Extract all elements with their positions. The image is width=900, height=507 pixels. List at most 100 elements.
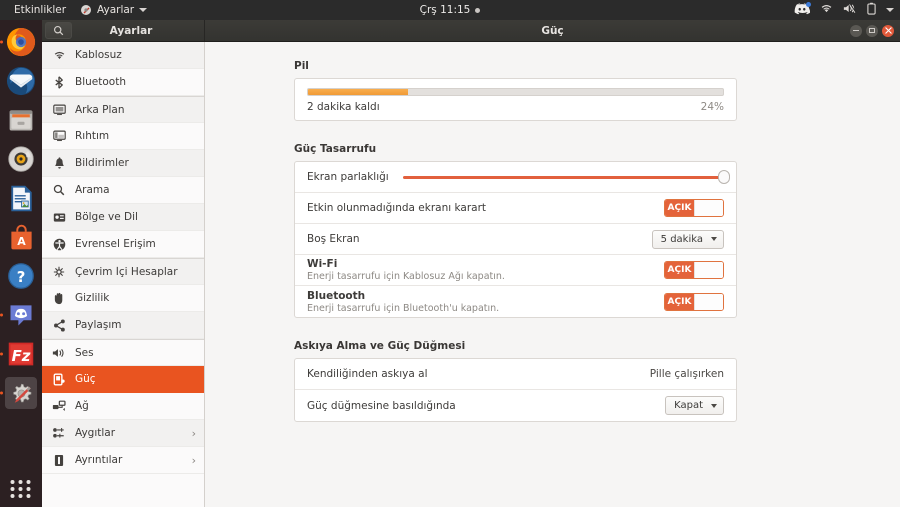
dock-item-settings[interactable]	[0, 377, 37, 409]
toggle-knob	[694, 200, 723, 216]
sidebar-item-arama[interactable]: Arama	[42, 177, 204, 204]
sidebar-item-paylasim[interactable]: Paylaşım	[42, 312, 204, 339]
window-body: Kablosuz Bluetooth Arka Plan Rıhtım Bild…	[42, 42, 900, 507]
toggle-knob	[694, 293, 723, 310]
dock-item-rhythmbox[interactable]	[5, 143, 37, 175]
battery-progress-fill	[308, 89, 408, 95]
brightness-slider-track[interactable]	[402, 170, 730, 184]
power-settings-pane: Pil 2 dakika kaldı 24% Güç Tasarrufu Ekr…	[205, 42, 900, 507]
page-title: Güç	[541, 24, 564, 37]
blank-screen-dropdown[interactable]: 5 dakika	[651, 229, 724, 249]
sidebar-item-label: Aygıtlar	[75, 427, 116, 439]
sidebar-item-bildirimler[interactable]: Bildirimler	[42, 150, 204, 177]
toggle-on-label: AÇIK	[665, 200, 694, 216]
dock: A ? Fz	[0, 20, 42, 507]
sidebar-item-bolge-ve-dil[interactable]: Bölge ve Dil	[42, 204, 204, 231]
svg-text:Fz: Fz	[12, 347, 31, 365]
online-accounts-icon	[52, 265, 66, 279]
show-applications-button[interactable]	[10, 480, 32, 498]
dock-item-libreoffice-writer[interactable]	[5, 182, 37, 214]
wifi-icon[interactable]	[820, 3, 833, 17]
dock-item-files[interactable]	[5, 104, 37, 136]
chevron-right-icon: ›	[191, 453, 196, 467]
wifi-text: Wi-Fi Enerji tasarrufu için Kablosuz Ağı…	[307, 258, 664, 282]
battery-percent-label: 24%	[700, 101, 724, 113]
sidebar-header: Ayarlar	[42, 20, 205, 41]
bluetooth-description: Enerji tasarrufu için Bluetooth'u kapatı…	[307, 302, 500, 314]
bluetooth-label: Bluetooth	[307, 289, 366, 302]
row-auto-suspend[interactable]: Kendiliğinden askıya al Pille çalışırken	[295, 359, 736, 390]
dim-screen-toggle[interactable]: AÇIK	[664, 199, 724, 217]
blank-screen-text: Boş Ekran	[307, 233, 652, 245]
sidebar-item-aygitlar[interactable]: Aygıtlar ›	[42, 420, 204, 447]
brightness-label: Ekran parlaklığı	[307, 171, 389, 183]
sidebar-item-label: Ses	[75, 346, 94, 359]
row-dim-screen: Etkin olunmadığında ekranı karart AÇIK	[295, 193, 736, 224]
maximize-button[interactable]	[866, 24, 878, 37]
power-button-value: Kapat	[674, 400, 703, 411]
sidebar-item-ag[interactable]: Ağ	[42, 393, 204, 420]
sidebar-item-gizlilik[interactable]: Gizlilik	[42, 285, 204, 312]
sidebar-item-rihtim[interactable]: Rıhtım	[42, 123, 204, 150]
dock-item-thunderbird[interactable]	[5, 65, 37, 97]
sidebar-item-guc[interactable]: Güç	[42, 366, 204, 393]
dock-item-ubuntu-software[interactable]: A	[5, 221, 37, 253]
sidebar-item-cevrim-ici-hesaplar[interactable]: Çevrim İçi Hesaplar	[42, 258, 204, 285]
row-screen-brightness: Ekran parlaklığı	[295, 162, 736, 193]
wifi-toggle[interactable]: AÇIK	[664, 261, 724, 279]
region-language-icon	[52, 210, 66, 224]
power-button-dropdown[interactable]: Kapat	[665, 396, 724, 415]
clock-area[interactable]: Çrş 11:15	[0, 0, 900, 20]
bluetooth-toggle[interactable]: AÇIK	[664, 292, 724, 311]
volume-muted-icon[interactable]	[843, 3, 857, 17]
minimize-button[interactable]	[850, 24, 862, 37]
sidebar-title: Ayarlar	[109, 24, 153, 37]
settings-sidebar: Kablosuz Bluetooth Arka Plan Rıhtım Bild…	[42, 42, 205, 507]
dock-item-firefox[interactable]	[0, 26, 37, 58]
close-icon	[884, 27, 892, 34]
close-button[interactable]	[882, 24, 894, 37]
sidebar-item-evrensel-erisim[interactable]: Evrensel Erişim	[42, 231, 204, 258]
sidebar-item-label: Arama	[75, 184, 110, 196]
clock-label: Çrş 11:15	[419, 4, 471, 16]
sidebar-item-label: Bölge ve Dil	[75, 211, 138, 223]
dock-item-discord[interactable]	[0, 299, 37, 331]
search-icon	[52, 183, 66, 197]
suspend-card: Kendiliğinden askıya al Pille çalışırken…	[294, 358, 737, 422]
row-bluetooth: Bluetooth Enerji tasarrufu için Bluetoot…	[295, 286, 736, 317]
dim-screen-text: Etkin olunmadığında ekranı karart	[307, 202, 664, 214]
auto-suspend-text: Kendiliğinden askıya al	[307, 368, 650, 380]
search-button[interactable]	[45, 22, 72, 39]
running-indicator	[0, 40, 3, 44]
sharing-icon	[52, 318, 66, 332]
sidebar-item-kablosuz[interactable]: Kablosuz	[42, 42, 204, 69]
sidebar-item-ses[interactable]: Ses	[42, 339, 204, 366]
row-wifi: Wi-Fi Enerji tasarrufu için Kablosuz Ağı…	[295, 255, 736, 286]
dock-item-help[interactable]: ?	[5, 260, 37, 292]
sound-icon	[52, 346, 66, 360]
bluetooth-text: Bluetooth Enerji tasarrufu için Bluetoot…	[307, 290, 664, 314]
details-icon	[52, 453, 66, 467]
auto-suspend-label: Kendiliğinden askıya al	[307, 368, 428, 380]
brightness-slider-handle[interactable]	[718, 170, 730, 184]
toggle-on-label: AÇIK	[665, 262, 694, 278]
dock-item-filezilla[interactable]: Fz	[0, 338, 37, 370]
sidebar-item-bluetooth[interactable]: Bluetooth	[42, 69, 204, 96]
dim-screen-label: Etkin olunmadığında ekranı karart	[307, 202, 487, 214]
sidebar-item-label: Gizlilik	[75, 292, 110, 304]
chevron-down-icon	[711, 403, 717, 408]
battery-status-row: 2 dakika kaldı 24%	[307, 101, 724, 113]
sidebar-item-label: Arka Plan	[75, 103, 125, 116]
window-titlebar: Ayarlar Güç	[42, 20, 900, 42]
row-power-button: Güç düğmesine basıldığında Kapat	[295, 390, 736, 421]
row-blank-screen: Boş Ekran 5 dakika	[295, 224, 736, 255]
sidebar-item-label: Rıhtım	[75, 130, 110, 142]
sidebar-item-label: Evrensel Erişim	[75, 238, 156, 250]
discord-tray-icon[interactable]	[794, 1, 811, 18]
power-button-label: Güç düğmesine basıldığında	[307, 399, 456, 412]
sidebar-item-ayrintilar[interactable]: Ayrıntılar ›	[42, 447, 204, 474]
brightness-slider[interactable]	[389, 170, 730, 184]
battery-icon[interactable]	[867, 2, 876, 18]
chevron-down-icon[interactable]	[886, 8, 894, 12]
sidebar-item-arka-plan[interactable]: Arka Plan	[42, 96, 204, 123]
